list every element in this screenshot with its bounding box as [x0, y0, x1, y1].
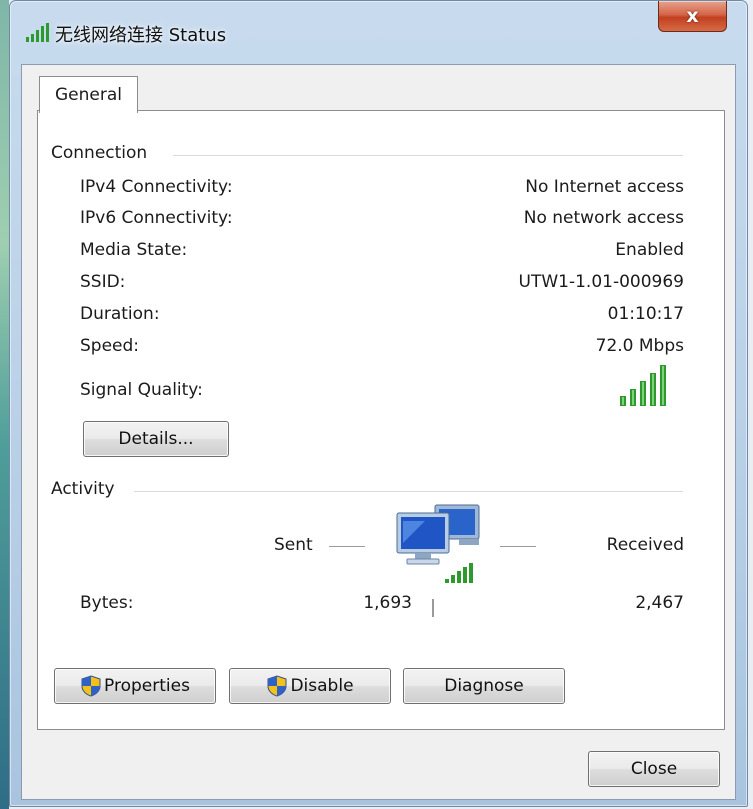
- tab-general-label: General: [55, 85, 122, 105]
- connection-heading: Connection: [51, 143, 148, 163]
- ipv4-value: No Internet access: [525, 177, 684, 197]
- signal-quality-label: Signal Quality:: [80, 380, 203, 400]
- ipv4-label: IPv4 Connectivity:: [80, 177, 233, 197]
- bytes-label: Bytes:: [80, 593, 134, 613]
- disable-button[interactable]: Disable: [229, 668, 391, 704]
- close-button[interactable]: Close: [588, 751, 720, 787]
- ssid-value: UTW1-1.01-000969: [518, 272, 684, 292]
- sent-line: [329, 546, 365, 547]
- close-icon: x: [686, 5, 699, 27]
- ipv6-value: No network access: [523, 208, 684, 228]
- details-button-label: Details...: [118, 429, 194, 449]
- title-bar[interactable]: 无线网络连接 Status x: [10, 1, 747, 61]
- speed-value: 72.0 Mbps: [595, 336, 684, 356]
- bytes-divider: [432, 599, 434, 617]
- general-tab-panel: Connection IPv4 Connectivity: No Interne…: [37, 110, 725, 730]
- window-title: 无线网络连接 Status: [55, 25, 227, 46]
- sent-label: Sent: [274, 535, 313, 555]
- properties-button-label: Properties: [104, 676, 190, 696]
- ipv6-label: IPv6 Connectivity:: [80, 208, 233, 228]
- title-close-button[interactable]: x: [658, 1, 727, 32]
- dialog-client-area: General Connection IPv4 Connectivity: No…: [21, 64, 736, 800]
- received-label: Received: [606, 535, 684, 555]
- speed-label: Speed:: [80, 336, 140, 356]
- diagnose-button-label: Diagnose: [444, 676, 524, 696]
- duration-label: Duration:: [80, 304, 160, 324]
- desktop-background-strip: [0, 0, 9, 809]
- network-computers-icon: [395, 499, 495, 590]
- wireless-signal-icon: [25, 23, 51, 48]
- ssid-label: SSID:: [80, 272, 126, 292]
- received-line: [500, 546, 536, 547]
- details-button[interactable]: Details...: [83, 421, 229, 457]
- activity-divider: [134, 491, 683, 492]
- uac-shield-icon: [81, 675, 101, 697]
- activity-heading: Activity: [51, 479, 115, 499]
- disable-button-label: Disable: [290, 676, 354, 696]
- bytes-received-value: 2,467: [635, 593, 684, 613]
- duration-value: 01:10:17: [607, 304, 684, 324]
- media-state-value: Enabled: [615, 240, 684, 260]
- properties-button[interactable]: Properties: [54, 668, 216, 704]
- media-state-label: Media State:: [80, 240, 188, 260]
- signal-strength-icon: [618, 364, 678, 413]
- connection-divider: [173, 155, 683, 156]
- status-dialog: 无线网络连接 Status x General Connection IPv4 …: [9, 0, 748, 807]
- tab-general[interactable]: General: [39, 76, 138, 113]
- close-button-label: Close: [630, 759, 678, 779]
- diagnose-button[interactable]: Diagnose: [403, 668, 565, 704]
- bytes-sent-value: 1,693: [363, 593, 412, 613]
- uac-shield-icon: [267, 675, 287, 697]
